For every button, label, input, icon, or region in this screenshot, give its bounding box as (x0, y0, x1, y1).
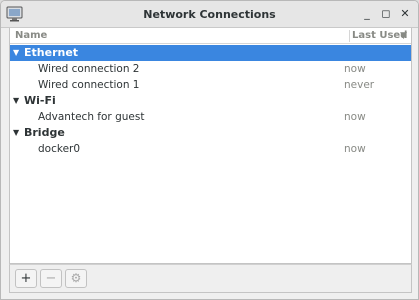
group-row-bridge[interactable]: ▼ Bridge (10, 125, 411, 141)
group-row-wifi[interactable]: ▼ Wi-Fi (10, 93, 411, 109)
expander-open-icon[interactable]: ▼ (13, 45, 19, 61)
connection-last-used: now (344, 143, 366, 155)
minimize-icon[interactable]: _ (360, 6, 374, 22)
title-bar[interactable]: Network Connections _ ◻ ✕ (1, 1, 418, 28)
connection-rows: ▼ Ethernet Wired connection 2 now Wired … (10, 45, 411, 157)
connection-last-used: never (344, 79, 375, 91)
add-connection-button[interactable]: + (15, 269, 37, 288)
maximize-icon[interactable]: ◻ (379, 6, 393, 22)
expander-open-icon[interactable]: ▼ (13, 125, 19, 141)
bottom-toolbar: + − ⚙ (9, 264, 412, 293)
connection-name: Wired connection 2 (38, 63, 140, 75)
connection-name: Advantech for guest (38, 111, 145, 123)
remove-connection-button[interactable]: − (40, 269, 62, 288)
group-label: Wi-Fi (24, 94, 56, 107)
column-header-last-used[interactable]: Last Used ▼ (346, 30, 412, 41)
window-title: Network Connections (143, 8, 276, 21)
connection-last-used: now (344, 63, 366, 75)
connection-row[interactable]: Wired connection 2 now (10, 61, 411, 77)
group-label: Ethernet (24, 46, 79, 59)
settings-gear-button[interactable]: ⚙ (65, 269, 87, 288)
column-header-last-used-label: Last Used (352, 30, 408, 41)
connections-list[interactable]: Name Last Used ▼ ▼ Ethernet Wired connec… (9, 28, 412, 264)
expander-open-icon[interactable]: ▼ (13, 93, 19, 109)
connection-last-used: now (344, 111, 366, 123)
group-row-ethernet[interactable]: ▼ Ethernet (10, 45, 411, 61)
connection-row[interactable]: Wired connection 1 never (10, 77, 411, 93)
connection-row[interactable]: docker0 now (10, 141, 411, 157)
sort-descending-icon: ▼ (400, 31, 407, 41)
connection-name: docker0 (38, 143, 81, 155)
group-label: Bridge (24, 126, 65, 139)
connection-name: Wired connection 1 (38, 79, 140, 91)
close-icon[interactable]: ✕ (398, 6, 412, 22)
column-header-name[interactable]: Name (15, 30, 47, 41)
list-header: Name Last Used ▼ (10, 28, 411, 44)
connection-row[interactable]: Advantech for guest now (10, 109, 411, 125)
network-connections-window: Network Connections _ ◻ ✕ Name Last Used… (0, 0, 419, 300)
